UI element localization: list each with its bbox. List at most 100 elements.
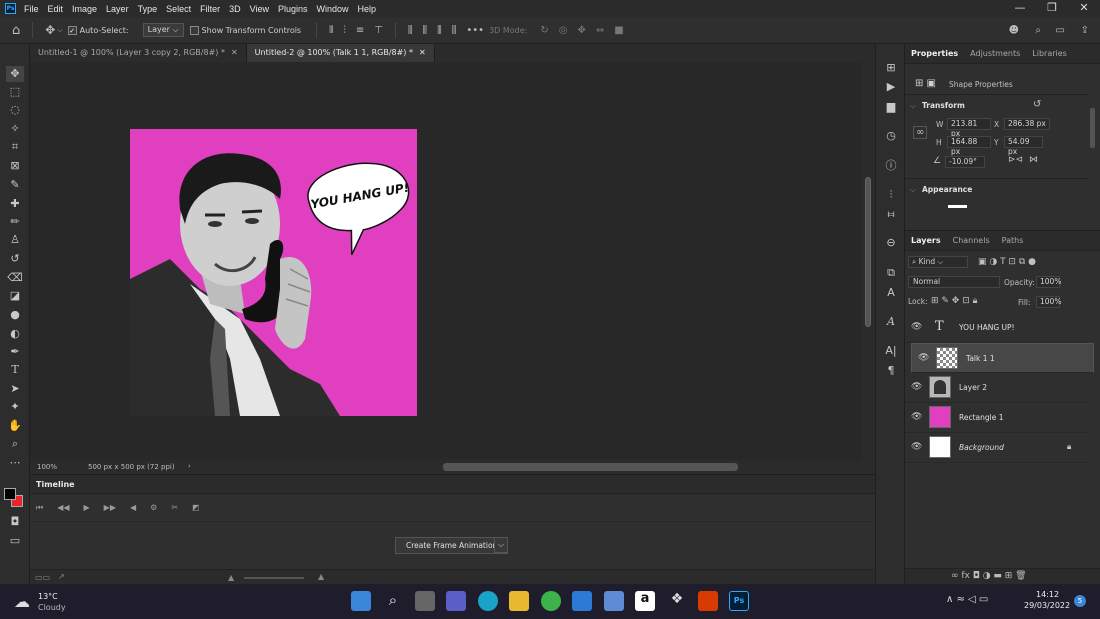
clone-source-icon[interactable]: ⊖ — [882, 235, 900, 251]
restore-button[interactable]: ❐ — [1036, 0, 1068, 17]
layer-row[interactable]: 👁︎ Layer 2 — [905, 373, 1088, 403]
distribute-center-icon[interactable]: ⫼ — [423, 25, 428, 36]
info-icon[interactable]: ⓘ — [882, 158, 900, 174]
menu-help[interactable]: Help — [358, 4, 377, 14]
tab-adjustments[interactable]: Adjustments — [964, 44, 1026, 63]
history-brush-icon[interactable]: ↺ — [6, 251, 24, 267]
close-button[interactable]: ✕ — [1068, 0, 1100, 17]
lasso-tool-icon[interactable]: ◌ — [6, 102, 24, 118]
layer-row[interactable]: 👁︎ Rectangle 1 — [905, 403, 1088, 433]
patterns-icon[interactable]: ⧉ — [882, 265, 900, 281]
horizontal-scroll-thumb[interactable] — [443, 463, 738, 471]
vertical-scrollbar[interactable] — [862, 62, 875, 460]
start-icon[interactable] — [351, 591, 371, 611]
healing-brush-icon[interactable]: ✚ — [6, 196, 24, 212]
filter-icons[interactable]: ▣ ◑ T ⊡ ⧉ ● — [978, 257, 1036, 267]
properties-scrollbar[interactable] — [1090, 108, 1095, 148]
actions-icon[interactable]: ▶ — [882, 79, 900, 95]
weather-desc[interactable]: Cloudy — [38, 603, 66, 612]
width-field[interactable]: 213.81 px — [947, 118, 991, 138]
split-icon[interactable]: ✂ — [171, 503, 178, 512]
menu-window[interactable]: Window — [317, 4, 349, 14]
menu-image[interactable]: Image — [72, 4, 97, 14]
quick-mask-icon[interactable]: ◘ — [6, 514, 24, 530]
align-right-icon[interactable]: ≡ — [356, 25, 364, 36]
paragraph-icon[interactable]: ¶ — [882, 363, 900, 379]
artboard[interactable]: YOU HANG UP! — [130, 129, 417, 416]
office-icon[interactable] — [698, 591, 718, 611]
more-options-icon[interactable]: ••• — [466, 25, 484, 36]
lock-icons[interactable]: ⊞ ✎ ✥ ⊡ 🔒︎ — [931, 296, 977, 306]
blend-mode-dropdown[interactable]: Normal — [908, 276, 1000, 288]
reset-icon[interactable]: ↺ — [1033, 99, 1041, 110]
workspace-icon[interactable]: ▭ — [1056, 25, 1065, 36]
marquee-tool-icon[interactable]: ⬚ — [6, 84, 24, 100]
eye-icon[interactable]: 👁︎ — [911, 412, 922, 422]
tab-channels[interactable]: Channels — [947, 231, 996, 250]
amazon-icon[interactable]: a — [635, 591, 655, 611]
file-explorer-icon[interactable] — [509, 591, 529, 611]
x-field[interactable]: 286.38 px — [1004, 118, 1050, 130]
path-select-icon[interactable]: ➤ — [6, 381, 24, 397]
eye-icon[interactable]: 👁︎ — [911, 322, 922, 332]
paint-bucket-icon[interactable]: ◪ — [6, 288, 24, 304]
history-clock-icon[interactable]: ◷ — [882, 128, 900, 144]
eye-icon[interactable]: 👁︎ — [918, 353, 929, 363]
store-icon[interactable] — [604, 591, 624, 611]
convert-icon[interactable]: ↗ — [58, 572, 65, 581]
edge-icon[interactable] — [478, 591, 498, 611]
move-tool-icon[interactable]: ✥ — [45, 23, 55, 37]
tool-presets-icon[interactable]: ▆ — [882, 99, 900, 115]
layer-footer-icons[interactable]: ∞ fx ◘ ◑ ▬ ⊞ 🗑︎ — [951, 571, 1027, 581]
next-frame-icon[interactable]: ▶▶ — [104, 503, 116, 512]
eyedropper-icon[interactable]: ✎ — [6, 177, 24, 193]
eraser-icon[interactable]: ⌫ — [6, 270, 24, 286]
zoom-out-icon[interactable]: ▲ — [228, 573, 234, 582]
tab-layers[interactable]: Layers — [905, 231, 947, 250]
angle-field[interactable]: -10.09° — [945, 156, 985, 168]
layer-row[interactable]: 👁︎ Talk 1 1 — [911, 343, 1094, 373]
menu-select[interactable]: Select — [166, 4, 191, 14]
eye-icon[interactable]: 👁︎ — [911, 442, 922, 452]
close-icon[interactable]: ✕ — [419, 48, 426, 57]
move-tool-icon[interactable]: ✥ — [6, 66, 24, 82]
speech-bubble[interactable] — [290, 156, 417, 256]
clock-date[interactable]: 29/03/2022 — [1024, 601, 1070, 610]
layer-name[interactable]: Talk 1 1 — [966, 354, 995, 363]
flip-vertical-icon[interactable]: ⋈ — [1029, 155, 1038, 165]
screen-mode-icon[interactable]: ▭ — [6, 533, 24, 549]
flip-horizontal-icon[interactable]: ⊳⊲ — [1008, 155, 1023, 165]
scroll-thumb[interactable] — [865, 177, 871, 327]
zoom-slider[interactable] — [244, 577, 304, 579]
tab-libraries[interactable]: Libraries — [1026, 44, 1073, 63]
auto-select-dropdown[interactable]: Layer ⌵ — [142, 23, 184, 37]
layer-row[interactable]: 👁︎ Background 🔒︎ — [905, 433, 1088, 463]
prev-frame-icon[interactable]: ◀◀ — [57, 503, 69, 512]
y-field[interactable]: 54.09 px — [1004, 136, 1043, 156]
blur-tool-icon[interactable]: ● — [6, 307, 24, 323]
height-field[interactable]: 164.88 px — [947, 136, 991, 156]
menu-filter[interactable]: Filter — [200, 4, 220, 14]
distribute-right-icon[interactable]: ⫼ — [437, 25, 442, 36]
teams-icon[interactable] — [446, 591, 466, 611]
layer-row[interactable]: 👁︎ T YOU HANG UP! — [905, 313, 1088, 343]
menu-type[interactable]: Type — [138, 4, 158, 14]
stroke-swatch[interactable] — [948, 205, 967, 208]
tab-properties[interactable]: Properties — [905, 44, 964, 63]
clone-stamp-icon[interactable]: ♙ — [6, 232, 24, 248]
kind-filter[interactable]: ⌕ Kind ⌵ — [908, 256, 968, 268]
distribute-v-icon[interactable]: ⫼ — [452, 25, 457, 36]
close-icon[interactable]: ✕ — [231, 48, 238, 57]
layer-name[interactable]: Layer 2 — [959, 383, 987, 392]
align-top-icon[interactable]: ⊤ — [374, 25, 383, 36]
menu-file[interactable]: File — [24, 4, 39, 14]
auto-select-checkbox[interactable]: ✓ Auto-Select: — [67, 25, 129, 35]
glyphs-icon[interactable]: A — [882, 285, 900, 301]
crop-tool-icon[interactable]: ⌗ — [6, 139, 24, 155]
notification-badge[interactable]: 5 — [1074, 595, 1086, 607]
zoom-level[interactable]: 100% — [37, 463, 57, 471]
hand-tool-icon[interactable]: ✋ — [6, 418, 24, 434]
transition-icon[interactable]: ◩ — [192, 503, 200, 512]
distribute-icon[interactable]: ⫼ — [408, 25, 413, 36]
minimize-button[interactable]: — — [1004, 0, 1036, 17]
